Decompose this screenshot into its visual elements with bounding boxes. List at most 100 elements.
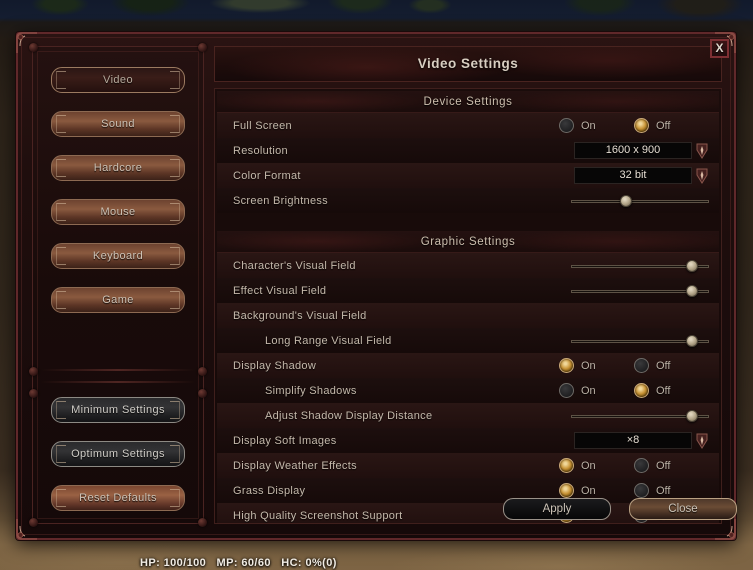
radio-group-full-screen: On Off	[559, 118, 709, 133]
radio-label: On	[581, 359, 596, 372]
section-header-graphic: Graphic Settings	[217, 231, 719, 253]
slider-long-range-visual-field[interactable]	[571, 334, 709, 348]
radio-full-screen-on[interactable]: On	[559, 118, 634, 133]
settings-panel: Device Settings Full Screen On Off Resol…	[214, 88, 722, 524]
row-label: Display Soft Images	[233, 434, 337, 447]
row-label: Resolution	[233, 144, 288, 157]
radio-label: Off	[656, 459, 671, 472]
slider-effect-visual-field[interactable]	[571, 284, 709, 298]
radio-simplify-shadows-off[interactable]: Off	[634, 383, 709, 398]
slider-knob[interactable]	[686, 284, 699, 297]
radio-circle-selected-icon	[559, 358, 574, 373]
radio-grass-display-off[interactable]: Off	[634, 483, 709, 498]
row-label: Character's Visual Field	[233, 259, 356, 272]
dropdown-value: ×8	[574, 432, 692, 449]
radio-group-grass-display: On Off	[559, 483, 709, 498]
chevron-down-icon	[695, 142, 709, 160]
sidebar-item-hardcore[interactable]: Hardcore	[51, 155, 185, 181]
row-label: Adjust Shadow Display Distance	[265, 409, 433, 422]
row-display-soft-images: Display Soft Images ×8	[217, 428, 719, 453]
radio-full-screen-off[interactable]: Off	[634, 118, 709, 133]
radio-group-display-weather-effects: On Off	[559, 458, 709, 473]
sidebar-stud	[29, 518, 38, 527]
radio-display-weather-effects-on[interactable]: On	[559, 458, 634, 473]
row-display-weather-effects: Display Weather Effects On Off	[217, 453, 719, 478]
video-settings-dialog: X Video Sound Hardcore Mouse Keyboard Ga…	[16, 32, 737, 540]
row-simplify-shadows: Simplify Shadows On Off	[217, 378, 719, 403]
radio-circle-selected-icon	[634, 383, 649, 398]
radio-simplify-shadows-on[interactable]: On	[559, 383, 634, 398]
slider-adjust-shadow-display-distance[interactable]	[571, 409, 709, 423]
hud-status-text: HP: 100/100 MP: 60/60 HC: 0%(0)	[140, 557, 337, 569]
dropdown-color-format[interactable]: 32 bit	[574, 167, 709, 185]
row-label: Grass Display	[233, 484, 306, 497]
row-label: High Quality Screenshot Support	[233, 509, 403, 522]
row-label: Display Shadow	[233, 359, 317, 372]
slider-knob[interactable]	[620, 194, 633, 207]
row-display-shadow: Display Shadow On Off	[217, 353, 719, 378]
slider-screen-brightness[interactable]	[571, 194, 709, 208]
slider-characters-visual-field[interactable]	[571, 259, 709, 273]
sidebar-item-video[interactable]: Video	[51, 67, 185, 93]
row-adjust-shadow-display-distance: Adjust Shadow Display Distance	[217, 403, 719, 428]
radio-circle-icon	[559, 118, 574, 133]
slider-knob[interactable]	[686, 259, 699, 272]
radio-label: On	[581, 484, 596, 497]
radio-display-weather-effects-off[interactable]: Off	[634, 458, 709, 473]
sidebar-stud	[29, 389, 38, 398]
minimum-settings-button[interactable]: Minimum Settings	[51, 397, 185, 423]
sidebar-stud	[198, 389, 207, 398]
radio-circle-icon	[634, 483, 649, 498]
radio-circle-icon	[634, 458, 649, 473]
sidebar-stud	[198, 518, 207, 527]
settings-sidebar: Video Sound Hardcore Mouse Keyboard Game…	[29, 43, 207, 527]
apply-button[interactable]: Apply	[503, 498, 611, 520]
radio-circle-selected-icon	[559, 483, 574, 498]
row-characters-visual-field: Character's Visual Field	[217, 253, 719, 278]
page-title: Video Settings	[417, 56, 519, 71]
radio-grass-display-on[interactable]: On	[559, 483, 634, 498]
row-label: Full Screen	[233, 119, 292, 132]
scene-foliage	[0, 0, 753, 24]
settings-content: Video Settings Device Settings Full Scre…	[214, 46, 722, 524]
reset-defaults-button[interactable]: Reset Defaults	[51, 485, 185, 511]
radio-label: Off	[656, 484, 671, 497]
row-backgrounds-visual-field: Background's Visual Field	[217, 303, 719, 328]
radio-label: On	[581, 384, 596, 397]
section-header-device: Device Settings	[217, 91, 719, 113]
radio-circle-icon	[634, 358, 649, 373]
row-full-screen: Full Screen On Off	[217, 113, 719, 138]
radio-circle-selected-icon	[559, 458, 574, 473]
sidebar-item-mouse[interactable]: Mouse	[51, 199, 185, 225]
radio-group-simplify-shadows: On Off	[559, 383, 709, 398]
radio-circle-icon	[559, 383, 574, 398]
row-resolution: Resolution 1600 x 900	[217, 138, 719, 163]
row-label: Screen Brightness	[233, 194, 328, 207]
sidebar-stud	[29, 43, 38, 52]
radio-display-shadow-on[interactable]: On	[559, 358, 634, 373]
slider-track	[571, 199, 709, 203]
row-label: Background's Visual Field	[233, 309, 367, 322]
sidebar-preset-group: Minimum Settings Optimum Settings Reset …	[51, 397, 185, 529]
dropdown-resolution[interactable]: 1600 x 900	[574, 142, 709, 160]
radio-display-shadow-off[interactable]: Off	[634, 358, 709, 373]
sidebar-divider	[41, 381, 195, 383]
dropdown-value: 1600 x 900	[574, 142, 692, 159]
row-label: Display Weather Effects	[233, 459, 357, 472]
row-label: Effect Visual Field	[233, 284, 327, 297]
chevron-down-icon	[695, 167, 709, 185]
sidebar-item-game[interactable]: Game	[51, 287, 185, 313]
close-icon[interactable]: X	[710, 39, 729, 58]
dropdown-display-soft-images[interactable]: ×8	[574, 432, 709, 450]
close-button[interactable]: Close	[629, 498, 737, 520]
optimum-settings-button[interactable]: Optimum Settings	[51, 441, 185, 467]
slider-knob[interactable]	[686, 334, 699, 347]
radio-label: Off	[656, 384, 671, 397]
sidebar-stud	[198, 43, 207, 52]
slider-knob[interactable]	[686, 409, 699, 422]
row-label: Simplify Shadows	[265, 384, 357, 397]
radio-circle-selected-icon	[634, 118, 649, 133]
sidebar-item-keyboard[interactable]: Keyboard	[51, 243, 185, 269]
sidebar-item-sound[interactable]: Sound	[51, 111, 185, 137]
